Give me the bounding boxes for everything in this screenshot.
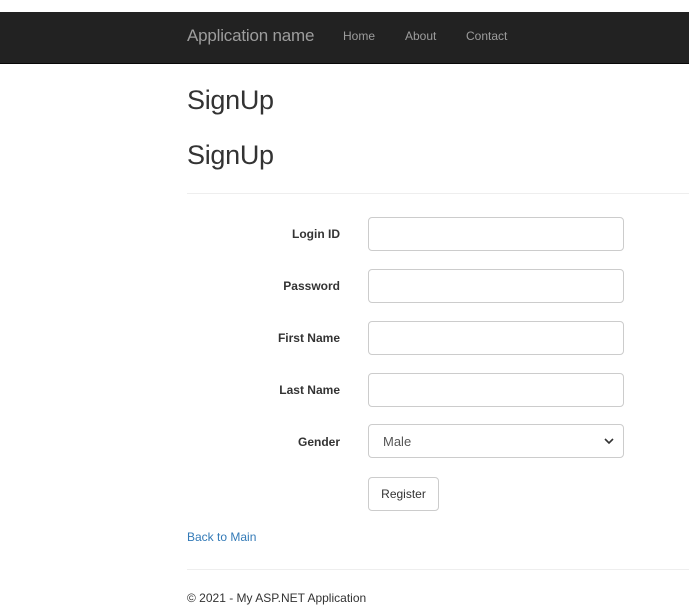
last-name-label: Last Name	[279, 383, 340, 397]
login-id-input[interactable]	[368, 217, 624, 251]
last-name-input[interactable]	[368, 373, 624, 407]
gender-select[interactable]: Male	[368, 424, 624, 458]
brand-link[interactable]: Application name	[187, 26, 314, 46]
gender-selected-value: Male	[383, 434, 412, 449]
first-name-input[interactable]	[368, 321, 624, 355]
page-title: SignUp	[187, 85, 274, 115]
top-navbar: Application name Home About Contact	[0, 12, 689, 64]
heading-divider	[187, 193, 689, 194]
password-label: Password	[283, 279, 340, 293]
password-input[interactable]	[368, 269, 624, 303]
footer-divider	[187, 569, 689, 570]
footer-copyright: © 2021 - My ASP.NET Application	[187, 591, 367, 605]
back-to-main-link[interactable]: Back to Main	[187, 530, 256, 544]
nav-link-home[interactable]: Home	[343, 29, 375, 43]
login-id-label: Login ID	[292, 227, 340, 241]
register-button[interactable]: Register	[368, 477, 439, 511]
gender-label: Gender	[297, 435, 340, 449]
form-heading: SignUp	[187, 140, 274, 170]
nav-link-about[interactable]: About	[405, 29, 436, 43]
chevron-down-icon	[604, 438, 614, 445]
first-name-label: First Name	[277, 331, 340, 345]
nav-link-contact[interactable]: Contact	[466, 29, 507, 43]
